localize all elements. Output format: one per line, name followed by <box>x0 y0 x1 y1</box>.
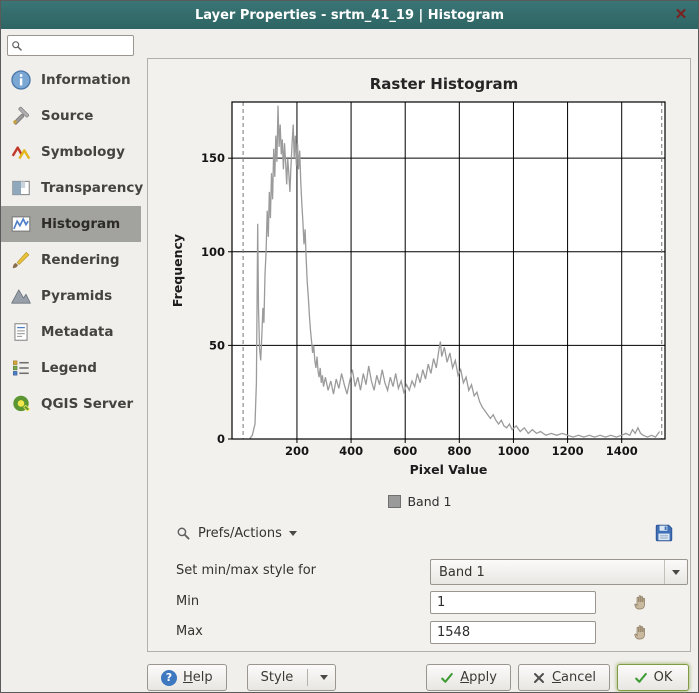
close-icon <box>532 671 546 685</box>
svg-text:1200: 1200 <box>552 444 584 458</box>
help-icon: ? <box>161 670 177 686</box>
sidebar-searchbox[interactable] <box>7 35 134 56</box>
source-icon <box>10 105 32 127</box>
histogram-icon <box>10 213 32 235</box>
sidebar-item-label: Symbology <box>41 144 125 160</box>
sidebar-item-label: Pyramids <box>41 288 112 304</box>
sidebar-item-transparency[interactable]: Transparency <box>1 170 141 206</box>
save-icon <box>654 523 674 543</box>
sidebar-item-label: Information <box>41 72 131 88</box>
layer-properties-dialog: Layer Properties - srtm_41_19 | Histogra… <box>0 0 699 693</box>
chevron-down-icon <box>320 675 328 680</box>
sidebar-item-label: Rendering <box>41 252 120 268</box>
sidebar-item-histogram[interactable]: Histogram <box>1 206 141 242</box>
svg-text:150: 150 <box>201 151 225 165</box>
sidebar: Information Source Symbology Transparency Hi… <box>1 29 141 692</box>
svg-text:600: 600 <box>393 444 417 458</box>
titlebar[interactable]: Layer Properties - srtm_41_19 | Histogra… <box>1 1 698 29</box>
svg-text:50: 50 <box>209 338 225 352</box>
hand-pointer-icon <box>632 623 650 641</box>
search-icon <box>11 40 23 52</box>
svg-text:800: 800 <box>447 444 471 458</box>
style-label: Style <box>261 670 294 685</box>
check-icon <box>440 671 454 685</box>
sidebar-item-rendering[interactable]: Rendering <box>1 242 141 278</box>
apply-button[interactable]: Apply <box>426 664 511 691</box>
sidebar-item-label: QGIS Server <box>41 396 133 412</box>
style-button[interactable]: Style <box>247 664 337 691</box>
legend-swatch <box>388 495 401 508</box>
cancel-label: Cancel <box>552 670 596 685</box>
min-label: Min <box>176 594 199 609</box>
sidebar-search-input[interactable] <box>23 38 133 54</box>
svg-text:400: 400 <box>339 444 363 458</box>
sidebar-item-source[interactable]: Source <box>1 98 141 134</box>
pyramids-icon <box>10 285 32 307</box>
sidebar-item-label: Histogram <box>41 216 120 232</box>
rendering-icon <box>10 249 32 271</box>
save-histogram-button[interactable] <box>650 519 678 547</box>
max-label: Max <box>176 624 203 639</box>
legend-icon <box>10 357 32 379</box>
magnifier-icon <box>176 526 191 541</box>
band-select-value: Band 1 <box>431 565 664 580</box>
set-minmax-label: Set min/max style for <box>176 563 316 578</box>
help-label: Help <box>183 670 213 685</box>
server-icon <box>10 393 32 415</box>
sidebar-item-legend[interactable]: Legend <box>1 350 141 386</box>
svg-text:0: 0 <box>217 432 225 446</box>
sidebar-item-pyramids[interactable]: Pyramids <box>1 278 141 314</box>
sidebar-item-label: Legend <box>41 360 97 376</box>
combo-arrow-icon <box>672 570 680 575</box>
min-pick-button[interactable] <box>630 592 652 614</box>
band-select[interactable]: Band 1 <box>430 559 688 585</box>
chevron-down-icon <box>289 531 297 536</box>
sidebar-item-metadata[interactable]: Metadata <box>1 314 141 350</box>
close-button[interactable]: ✕ <box>670 4 692 26</box>
ok-button[interactable]: OK <box>617 664 689 691</box>
histogram-chart[interactable]: 200 400 600 800 1000 1200 1400 0 50 100 150 Pixel V… <box>162 93 678 488</box>
dialog-button-box: ? Help Style Apply Cancel OK <box>147 664 689 691</box>
metadata-icon <box>10 321 32 343</box>
sidebar-item-label: Source <box>41 108 93 124</box>
sidebar-item-symbology[interactable]: Symbology <box>1 134 141 170</box>
svg-text:1400: 1400 <box>606 444 638 458</box>
check-icon <box>634 671 648 685</box>
info-icon <box>10 69 32 91</box>
separator <box>307 669 308 686</box>
cancel-button[interactable]: Cancel <box>518 664 610 691</box>
window-title: Layer Properties - srtm_41_19 | Histogra… <box>195 8 504 23</box>
transparency-icon <box>10 177 32 199</box>
min-input[interactable] <box>430 591 596 614</box>
sidebar-item-label: Metadata <box>41 324 114 340</box>
svg-text:Pixel Value: Pixel Value <box>410 462 488 477</box>
svg-text:1000: 1000 <box>497 444 529 458</box>
apply-label: Apply <box>460 670 497 685</box>
max-pick-button[interactable] <box>630 622 652 644</box>
svg-text:100: 100 <box>201 245 225 259</box>
panel-title: Raster Histogram <box>198 75 690 93</box>
svg-text:200: 200 <box>285 444 309 458</box>
legend-label: Band 1 <box>407 494 451 509</box>
symbology-icon <box>10 141 32 163</box>
ok-label: OK <box>654 670 673 685</box>
max-input[interactable] <box>430 621 596 644</box>
sidebar-item-label: Transparency <box>41 180 143 196</box>
sidebar-nav: Information Source Symbology Transparency Hi… <box>1 62 141 422</box>
histogram-panel: Raster Histogram 20040060080010001200140… <box>147 58 691 652</box>
hand-pointer-icon <box>632 593 650 611</box>
chart-legend: Band 1 <box>162 491 678 511</box>
sidebar-item-information[interactable]: Information <box>1 62 141 98</box>
svg-text:Frequency: Frequency <box>170 234 185 307</box>
help-button[interactable]: ? Help <box>147 664 227 691</box>
prefs-actions-label: Prefs/Actions <box>198 526 282 541</box>
sidebar-item-qgis-server[interactable]: QGIS Server <box>1 386 141 422</box>
prefs-actions-button[interactable]: Prefs/Actions <box>170 522 303 545</box>
